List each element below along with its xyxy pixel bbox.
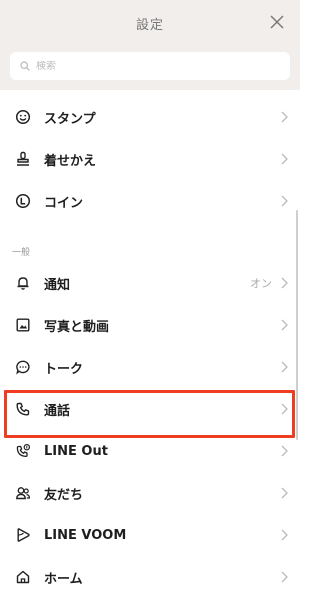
search-input[interactable] (36, 60, 256, 72)
settings-item-chats[interactable]: トーク (0, 346, 300, 388)
voom-play-icon (14, 526, 32, 544)
search-icon (20, 61, 30, 71)
settings-header: 設定 (0, 0, 300, 90)
chevron-right-icon (281, 277, 288, 289)
coin-icon (14, 192, 32, 210)
settings-item-label: スタンプ (44, 111, 96, 127)
divider (0, 222, 300, 232)
notification-status: オン (250, 277, 272, 290)
bell-icon (14, 274, 32, 292)
chevron-right-icon (281, 153, 288, 165)
photo-icon (14, 316, 32, 334)
chevron-right-icon (281, 571, 288, 583)
settings-item-line-voom[interactable]: LINE VOOM (0, 514, 300, 556)
settings-item-label: トーク (44, 361, 84, 377)
settings-item-photos-videos[interactable]: 写真と動画 (0, 304, 300, 346)
settings-item-home[interactable]: ホーム (0, 556, 300, 598)
settings-item-label: 友だち (44, 487, 84, 503)
home-icon (14, 568, 32, 586)
smiley-icon (14, 108, 32, 126)
settings-item-label: 通知 (44, 277, 71, 293)
section-header-general: 一般 (12, 248, 31, 258)
settings-list: スタンプ 着せかえ コイン 一般 通知 オン 写真と動画 トーク 通話 LINE… (0, 96, 300, 598)
settings-item-coins[interactable]: コイン (0, 180, 300, 222)
settings-item-friends[interactable]: 友だち (0, 472, 300, 514)
highlight-box-calls (4, 390, 295, 438)
close-icon (270, 15, 284, 29)
chevron-right-icon (281, 445, 288, 457)
settings-item-label: 着せかえ (44, 153, 97, 169)
chevron-right-icon (281, 361, 288, 373)
chevron-right-icon (281, 319, 288, 331)
page-title: 設定 (135, 18, 164, 33)
chat-bubble-icon (14, 358, 32, 376)
settings-item-notifications[interactable]: 通知 オン (0, 262, 300, 304)
settings-item-label: LINE Out (44, 443, 108, 459)
phone-out-icon (14, 442, 32, 460)
chevron-right-icon (281, 111, 288, 123)
scrollbar[interactable] (296, 210, 298, 440)
close-button[interactable] (268, 13, 286, 31)
search-box[interactable] (10, 52, 290, 80)
chevron-right-icon (281, 529, 288, 541)
settings-item-label: 写真と動画 (44, 319, 110, 335)
friends-icon (14, 484, 32, 502)
stamp-brush-icon (14, 150, 32, 168)
chevron-right-icon (281, 195, 288, 207)
chevron-right-icon (281, 487, 288, 499)
settings-item-stamp[interactable]: スタンプ (0, 96, 300, 138)
settings-item-label: LINE VOOM (44, 527, 127, 543)
settings-item-label: ホーム (44, 571, 83, 587)
settings-item-label: コイン (44, 195, 84, 211)
settings-item-themes[interactable]: 着せかえ (0, 138, 300, 180)
